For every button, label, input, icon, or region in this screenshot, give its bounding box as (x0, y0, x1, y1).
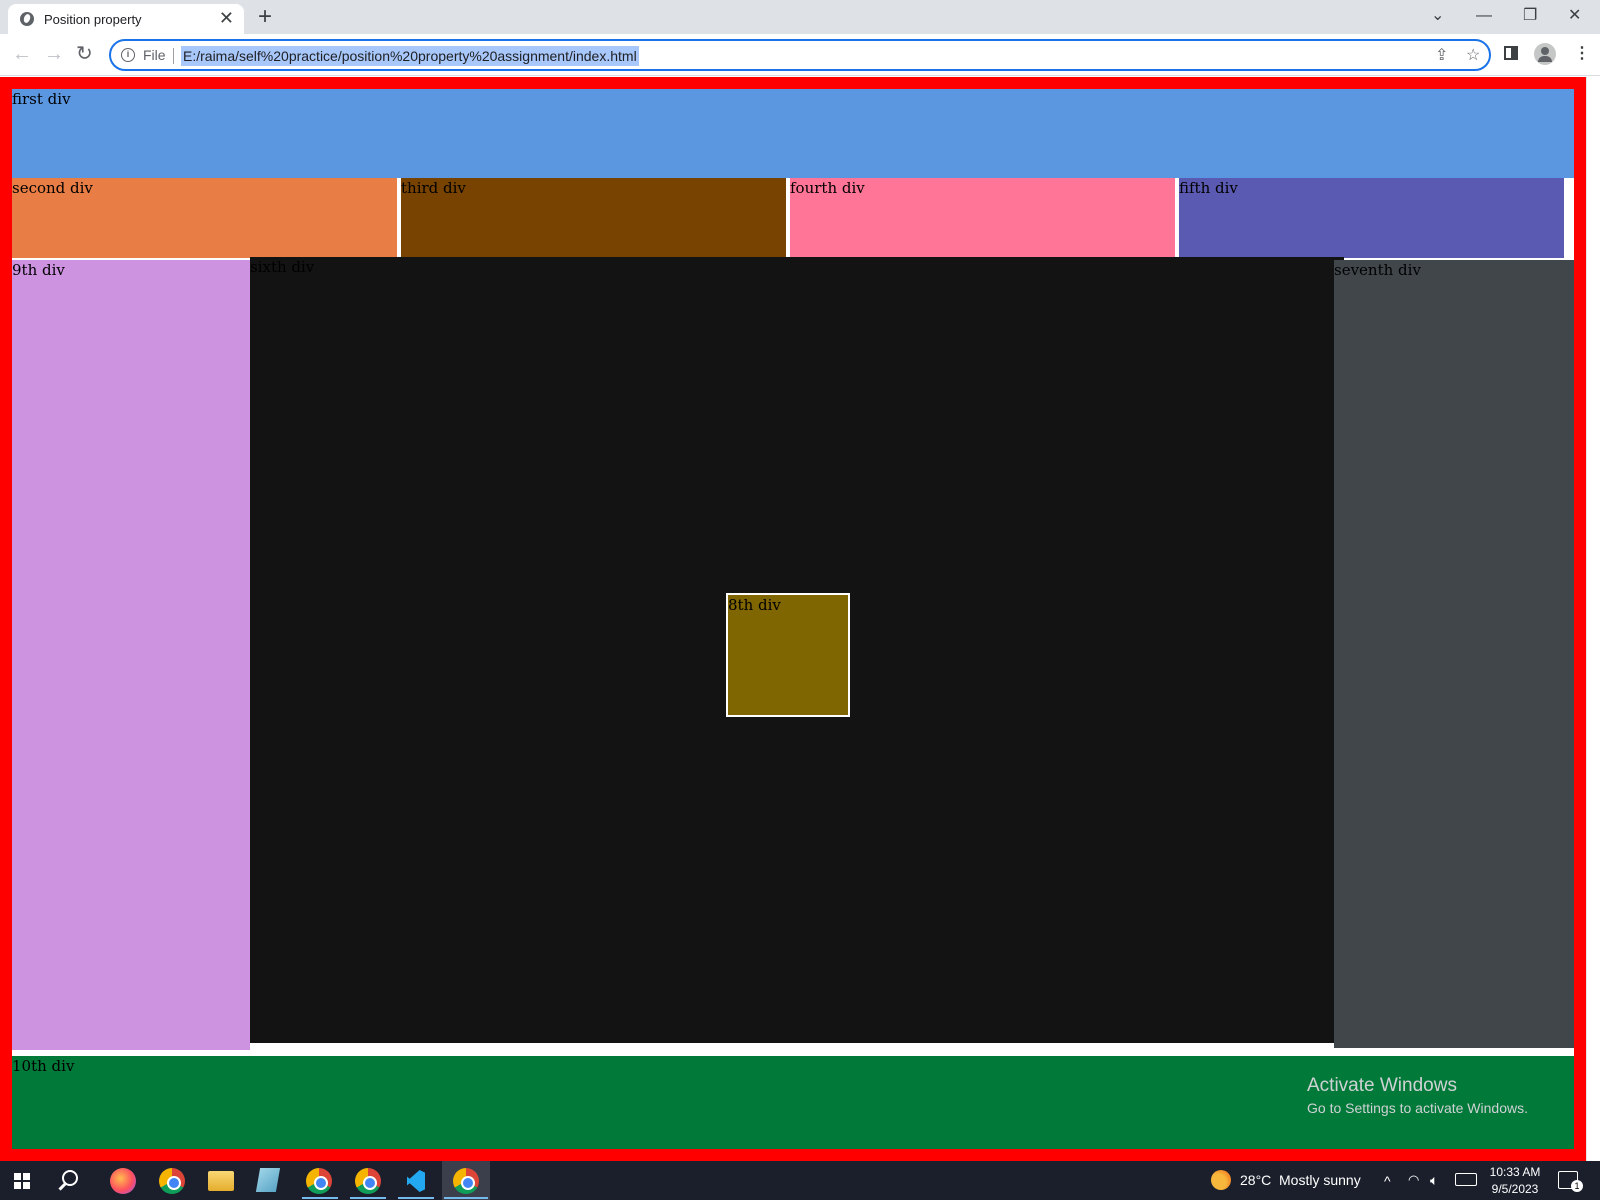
side-panel-icon[interactable] (1504, 46, 1518, 60)
tab-search-icon[interactable]: ⌄ (1431, 4, 1444, 28)
chrome-profile-icon[interactable] (306, 1168, 332, 1194)
reload-button[interactable]: ↻ (76, 42, 93, 66)
firefox-icon[interactable] (110, 1168, 136, 1194)
fourth-div: fourth div (790, 178, 1175, 258)
ninth-div: 9th div (12, 260, 250, 1050)
container-div: first div second div third div fourth di… (0, 77, 1586, 1161)
chrome-active-icon[interactable] (453, 1168, 479, 1194)
weather-text[interactable]: Mostly sunny (1279, 1171, 1361, 1189)
restore-button[interactable]: ❐ (1523, 4, 1537, 28)
tray-chevron-icon[interactable]: ^ (1384, 1172, 1391, 1190)
time: 10:33 AM (1489, 1165, 1541, 1179)
fifth-div: fifth div (1179, 178, 1564, 258)
file-explorer-icon[interactable] (208, 1171, 234, 1191)
taskbar: 28°C Mostly sunny ^ ◠ 🔈︎ 10:33 AM 9/5/20… (0, 1161, 1600, 1200)
third-div: third div (401, 178, 786, 258)
forward-button[interactable]: → (44, 42, 64, 66)
divider (173, 48, 174, 64)
notification-badge: 1 (1571, 1180, 1583, 1192)
volume-icon[interactable]: 🔈︎ (1430, 1171, 1438, 1189)
running-indicator (350, 1197, 386, 1199)
tab-title: Position property (44, 12, 142, 27)
eighth-div: 8th div (726, 593, 850, 717)
first-div: first div (12, 89, 1574, 178)
scrollbar[interactable] (1586, 77, 1600, 1161)
profile-avatar-icon[interactable] (1534, 43, 1556, 65)
chrome-profile-f-icon[interactable] (355, 1168, 381, 1194)
browser-toolbar: ← → ↻ i File E:/raima/self%20practice/po… (0, 34, 1600, 76)
globe-icon (20, 12, 34, 26)
browser-tab[interactable]: Position property ✕ (8, 4, 244, 34)
windows-start-icon[interactable] (14, 1173, 30, 1189)
info-icon[interactable]: i (121, 48, 135, 62)
running-indicator (302, 1197, 338, 1199)
minimize-button[interactable]: — (1476, 4, 1492, 28)
page-viewport: first div second div third div fourth di… (0, 77, 1600, 1161)
vscode-icon[interactable] (403, 1168, 429, 1194)
running-indicator (398, 1197, 434, 1199)
menu-icon[interactable]: ⋮ (1574, 43, 1590, 65)
activate-windows-watermark: Activate Windows Go to Settings to activ… (1307, 1074, 1528, 1118)
watermark-title: Activate Windows (1307, 1075, 1457, 1096)
tab-strip: Position property ✕ + ⌄ — ❐ ✕ (0, 0, 1600, 34)
file-label: File (143, 47, 166, 63)
window-close-button[interactable]: ✕ (1568, 4, 1581, 28)
new-tab-button[interactable]: + (258, 3, 272, 31)
temperature[interactable]: 28°C (1240, 1171, 1271, 1189)
weather-icon[interactable] (1211, 1170, 1231, 1190)
keyboard-icon[interactable] (1455, 1173, 1477, 1186)
back-button[interactable]: ← (12, 42, 32, 66)
notepad-icon[interactable] (255, 1168, 284, 1194)
bookmark-star-icon[interactable]: ☆ (1466, 46, 1480, 66)
network-icon[interactable]: ◠ (1408, 1171, 1419, 1189)
search-icon[interactable] (62, 1170, 78, 1186)
second-div: second div (12, 178, 397, 258)
date: 9/5/2023 (1491, 1182, 1539, 1196)
chrome-icon[interactable] (159, 1168, 185, 1194)
clock[interactable]: 10:33 AM 9/5/2023 (1487, 1164, 1543, 1198)
watermark-subtitle: Go to Settings to activate Windows. (1307, 1100, 1528, 1116)
address-bar[interactable]: i File E:/raima/self%20practice/position… (109, 39, 1491, 71)
active-indicator (444, 1197, 488, 1199)
url-text[interactable]: E:/raima/self%20practice/position%20prop… (181, 46, 639, 66)
share-icon[interactable]: ⇪ (1435, 46, 1448, 66)
seventh-div: seventh div (1334, 260, 1574, 1048)
close-tab-button[interactable]: ✕ (219, 8, 234, 28)
